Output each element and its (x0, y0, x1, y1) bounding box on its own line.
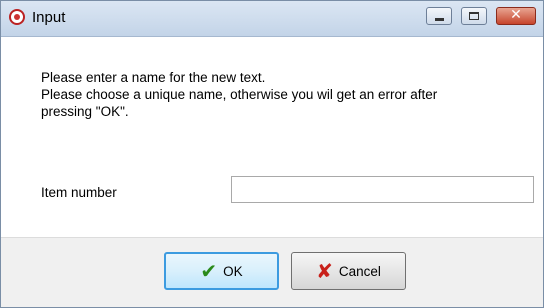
instruction-message: Please enter a name for the new text. Pl… (41, 69, 501, 120)
message-line-2: Please choose a unique name, otherwise y… (41, 87, 438, 102)
minimize-icon (435, 18, 444, 21)
x-icon: ✘ (316, 259, 333, 283)
app-logo-icon (9, 9, 25, 25)
footer-divider (1, 237, 543, 238)
cancel-button-label: Cancel (338, 263, 381, 279)
close-icon: ✕ (510, 7, 522, 23)
item-number-label: Item number (41, 185, 117, 200)
ok-button-label: OK (223, 263, 243, 279)
close-button[interactable]: ✕ (496, 7, 536, 25)
item-number-input[interactable] (231, 176, 534, 203)
maximize-icon (469, 12, 479, 20)
ok-button[interactable]: ✔ OK (164, 252, 279, 290)
dialog-body: Please enter a name for the new text. Pl… (1, 37, 543, 237)
cancel-button[interactable]: ✘ Cancel (291, 252, 406, 290)
checkmark-icon: ✔ (200, 259, 218, 283)
maximize-button[interactable] (461, 7, 487, 25)
message-line-1: Please enter a name for the new text. (41, 70, 266, 85)
input-dialog: Input ✕ Please enter a name for the new … (0, 0, 544, 308)
window-title: Input (32, 9, 66, 26)
message-line-3: pressing "OK". (41, 104, 129, 119)
minimize-button[interactable] (426, 7, 452, 25)
title-bar[interactable]: Input ✕ (1, 1, 543, 37)
